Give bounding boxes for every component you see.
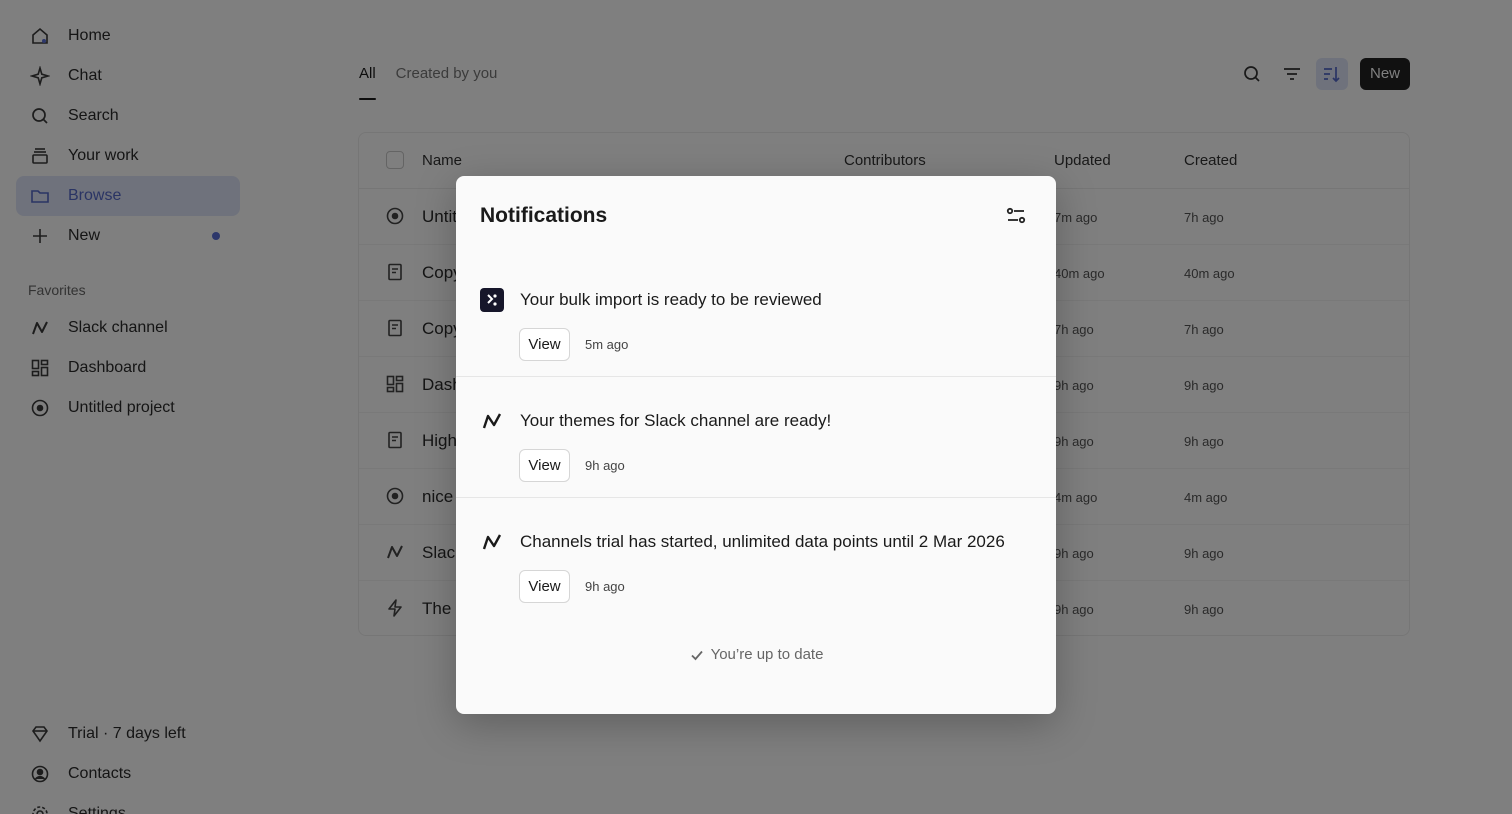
up-to-date-text: You’re up to date xyxy=(710,646,824,663)
up-to-date-message: You’re up to date xyxy=(456,646,1056,663)
notification-item: Your bulk import is ready to be reviewed… xyxy=(456,256,1056,377)
app-logo-icon xyxy=(480,288,504,312)
notification-settings-button[interactable] xyxy=(1004,204,1028,228)
trend-icon xyxy=(480,530,504,554)
notification-text: Your themes for Slack channel are ready! xyxy=(520,411,832,430)
notification-item: Channels trial has started, unlimited da… xyxy=(456,498,1056,619)
check-icon xyxy=(690,650,703,660)
view-button[interactable]: View xyxy=(519,449,570,482)
sliders-icon xyxy=(1006,207,1026,224)
trend-icon xyxy=(480,409,504,433)
notification-time: 9h ago xyxy=(585,579,625,594)
modal-title: Notifications xyxy=(480,204,608,227)
notifications-modal: Notifications Your bulk import is ready … xyxy=(456,176,1056,714)
view-button[interactable]: View xyxy=(519,328,570,361)
notification-item: Your themes for Slack channel are ready!… xyxy=(456,377,1056,498)
view-button[interactable]: View xyxy=(519,570,570,603)
notification-time: 9h ago xyxy=(585,458,625,473)
notification-text: Your bulk import is ready to be reviewed xyxy=(520,290,822,309)
notification-text: Channels trial has started, unlimited da… xyxy=(520,532,1005,551)
notification-time: 5m ago xyxy=(585,337,629,352)
